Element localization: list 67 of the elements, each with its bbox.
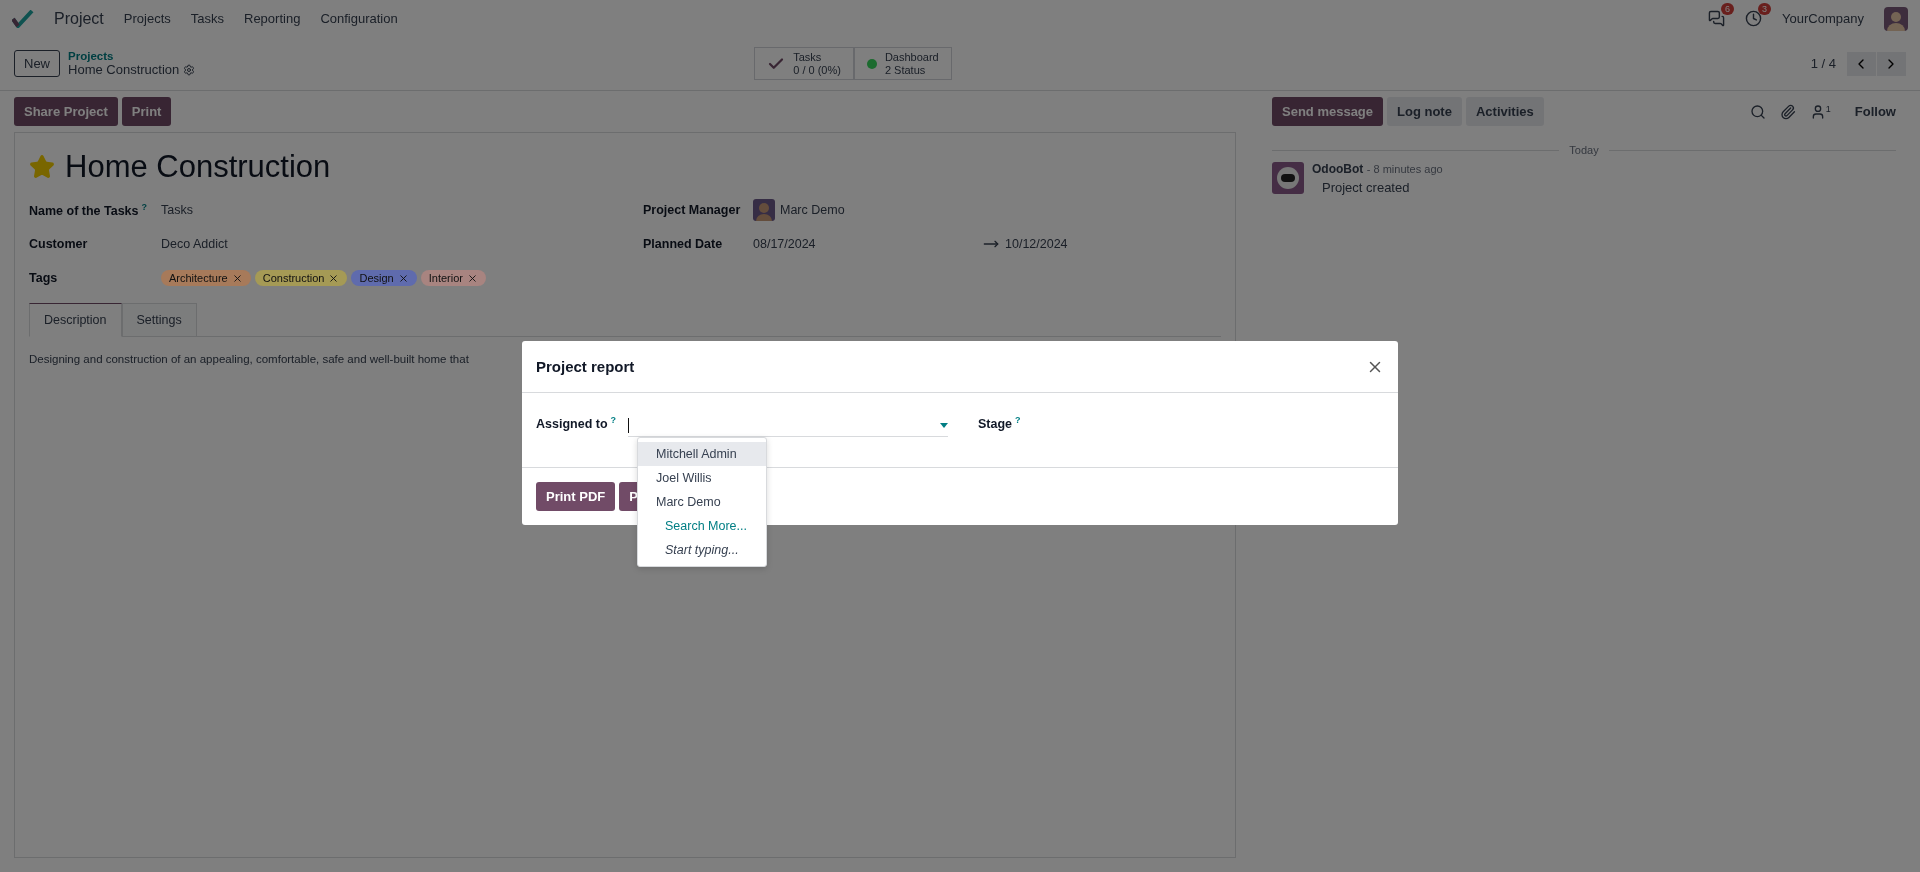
chatter-button[interactable]: Activities <box>1465 97 1544 126</box>
date-field[interactable]: 08/17/2024 <box>753 237 983 251</box>
date-separator: Today <box>1272 144 1896 156</box>
chatter-button[interactable]: Send message <box>1272 97 1384 126</box>
dropdown-option[interactable]: Mitchell Admin <box>638 442 766 466</box>
pager-text: 1 / 4 <box>1810 56 1836 71</box>
user-avatar[interactable] <box>1884 6 1908 31</box>
field-label: Name of the Tasks $^{?}$ <box>29 201 149 219</box>
remove-icon[interactable] <box>397 272 409 284</box>
dropdown-caret-icon[interactable] <box>940 423 948 428</box>
notification-badge: 6 <box>1721 3 1735 15</box>
field-value[interactable]: Deco Addict <box>161 237 228 251</box>
clock-icon[interactable] <box>1745 10 1763 27</box>
message-author: OdooBot <box>1312 162 1364 176</box>
tag-label: Architecture <box>169 272 228 284</box>
record-name: Home Construction <box>68 62 180 77</box>
previous-button[interactable] <box>1847 51 1876 76</box>
remove-icon[interactable] <box>231 272 243 284</box>
field-value[interactable]: Tasks <box>161 203 193 217</box>
field-label: Project Manager <box>643 203 742 217</box>
menu-item[interactable]: Configuration <box>320 11 398 26</box>
tag-label: Design <box>359 272 394 284</box>
follower-count: 1 <box>1825 103 1831 116</box>
star-icon[interactable] <box>29 154 55 180</box>
user-avatar <box>753 199 775 221</box>
settings-icon[interactable] <box>183 63 196 76</box>
stat-button[interactable]: Dashboard 2 Status <box>853 46 952 81</box>
new-button[interactable]: New <box>14 50 60 77</box>
paperclip-icon[interactable] <box>1779 103 1796 120</box>
field-label: Customer <box>29 237 89 251</box>
tab[interactable]: Description <box>29 303 122 337</box>
field-label: Stage $^{?}$ <box>978 415 1022 434</box>
notification-badge: 3 <box>1758 3 1772 15</box>
field-label: Assigned to $^{?}$ <box>536 415 618 434</box>
action-button[interactable]: Print <box>121 97 172 126</box>
remove-icon[interactable] <box>328 272 340 284</box>
search-more-link[interactable]: Search More... <box>638 514 766 538</box>
dialog-title: Project report <box>536 358 635 375</box>
breadcrumb-link[interactable]: Projects <box>68 50 196 62</box>
record-title: Home Construction <box>65 149 331 185</box>
field-label: Planned Date <box>643 237 724 251</box>
menu-item[interactable]: Tasks <box>190 11 224 26</box>
dialog-button[interactable]: Print PDF <box>536 482 616 511</box>
tag-label: Interior <box>428 272 463 284</box>
tag-label: Construction <box>262 272 325 284</box>
date-field[interactable]: 10/12/2024 <box>1005 237 1068 251</box>
next-button[interactable] <box>1877 51 1906 76</box>
remove-icon[interactable] <box>466 272 478 284</box>
search-icon[interactable] <box>1749 103 1766 120</box>
stat-button[interactable]: Tasks 0 / 0 (0%) <box>754 46 854 81</box>
action-button[interactable]: Share Project <box>14 97 118 126</box>
field-label: Tags <box>29 271 59 285</box>
app-logo-icon[interactable] <box>12 9 34 28</box>
chatter-button[interactable]: Log note <box>1387 97 1462 126</box>
message-body: Project created <box>1322 180 1411 195</box>
chat-icon[interactable] <box>1708 10 1726 27</box>
bot-avatar <box>1272 162 1304 194</box>
company-name[interactable]: YourCompany <box>1782 11 1864 26</box>
menu-item[interactable]: Projects <box>123 11 171 26</box>
message-time: - 8 minutes ago <box>1366 163 1443 175</box>
follow-link[interactable]: Follow <box>1854 104 1896 119</box>
app-name: Project <box>54 9 104 28</box>
menu-item[interactable]: Reporting <box>244 11 301 26</box>
dropdown-hint: Start typing... <box>664 542 740 559</box>
field-value[interactable]: Marc Demo <box>780 203 845 217</box>
tab[interactable]: Settings <box>121 303 197 337</box>
description-text: Designing and construction of an appealing, comfortable, safe and well-built home that <box>29 353 469 365</box>
